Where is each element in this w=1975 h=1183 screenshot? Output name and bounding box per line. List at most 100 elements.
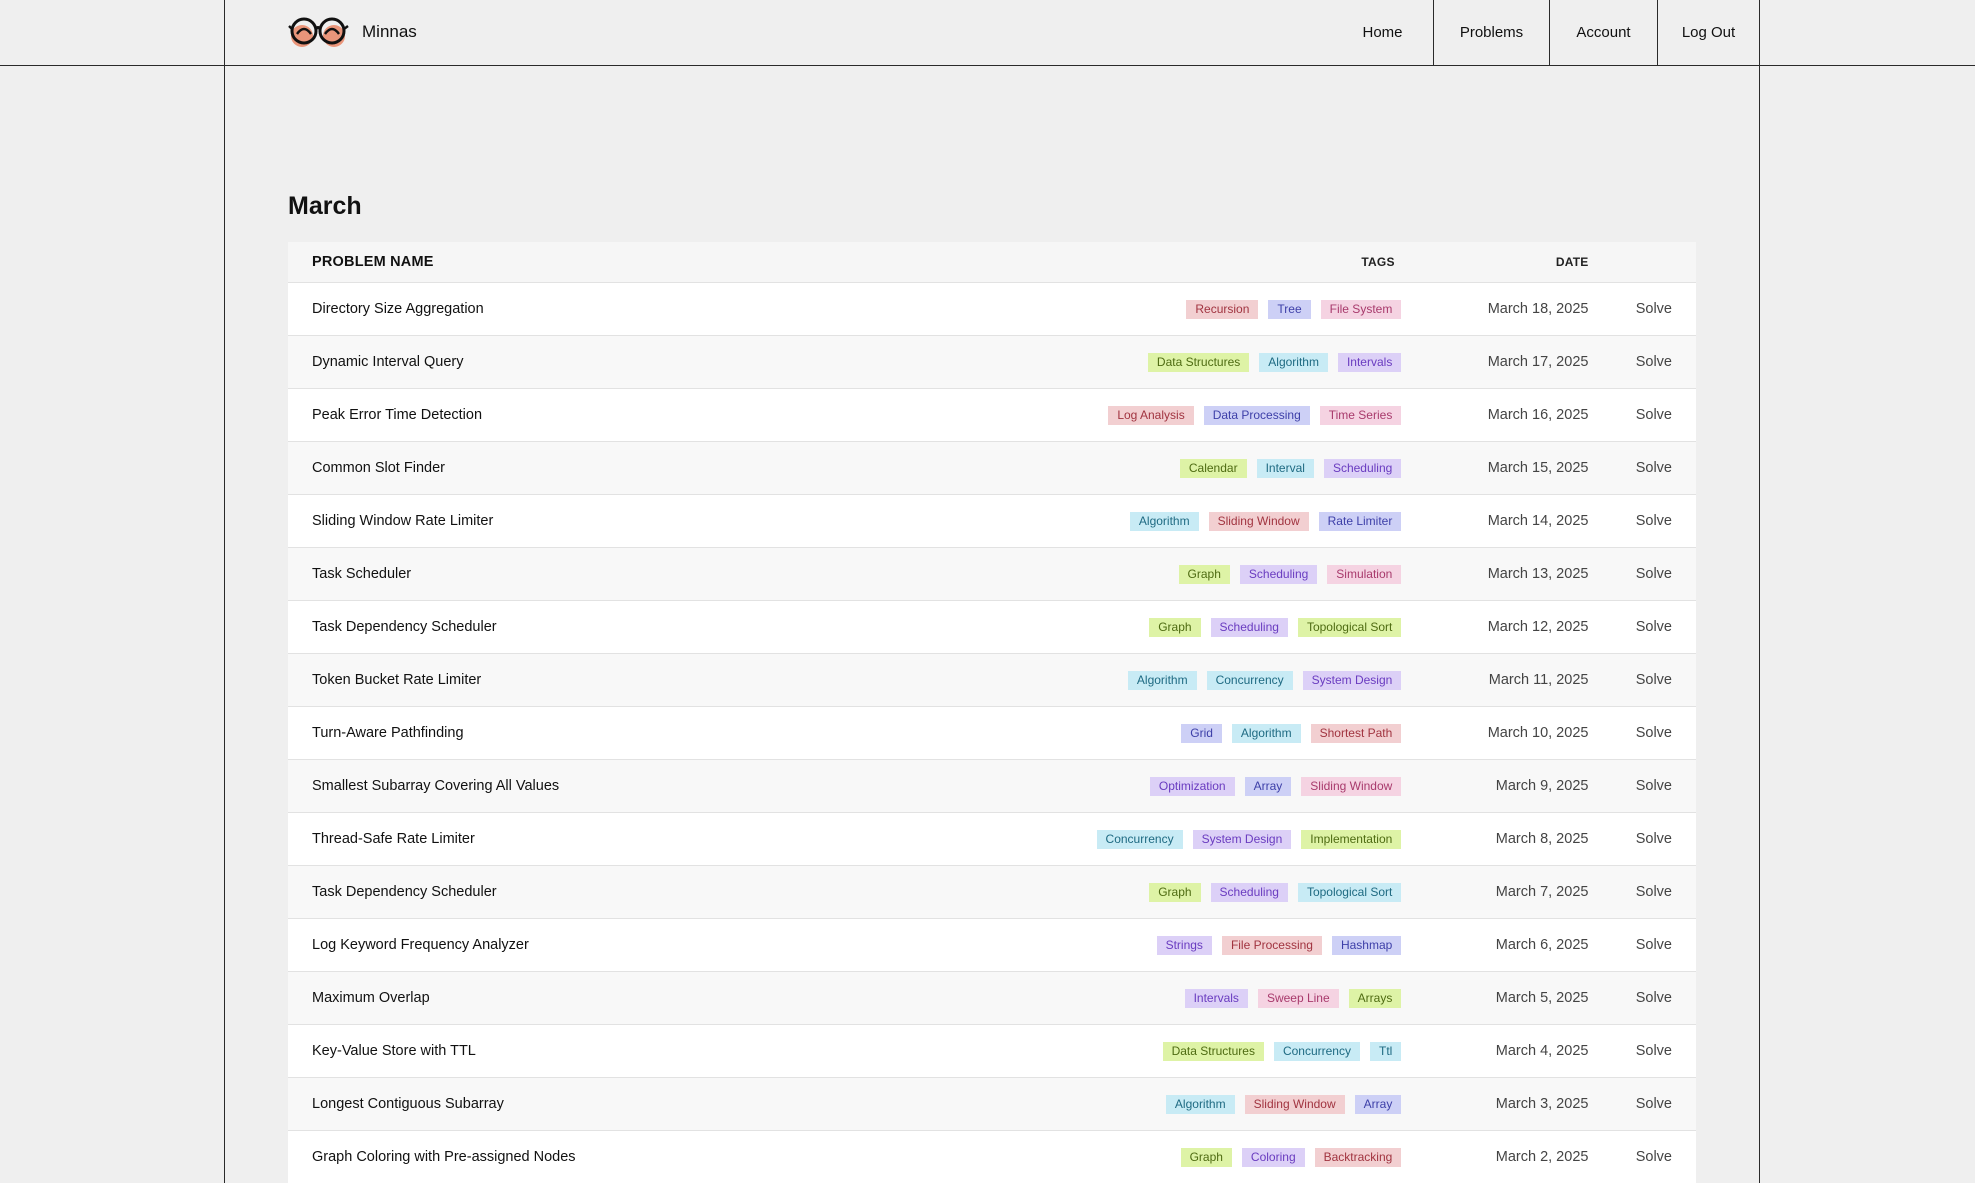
problem-tags: Data Structures Algorithm Intervals	[893, 352, 1402, 372]
problem-tags: Recursion Tree File System	[893, 299, 1402, 319]
solve-link[interactable]: Solve	[1588, 460, 1696, 476]
tag-badge: Hashmap	[1331, 935, 1402, 955]
table-row[interactable]: Task Scheduler Graph Scheduling Simulation M…	[288, 547, 1696, 600]
problem-name[interactable]: Token Bucket Rate Limiter	[288, 672, 893, 688]
tag-badge: Scheduling	[1323, 458, 1402, 478]
tag-badge: Shortest Path	[1310, 723, 1402, 743]
tag-badge: Intervals	[1184, 988, 1248, 1008]
problem-date: March 2, 2025	[1495, 1149, 1589, 1165]
table-row[interactable]: Task Dependency Scheduler Graph Scheduling…	[288, 865, 1696, 918]
tag-badge: Backtracking	[1314, 1147, 1402, 1167]
tag-badge: Data Structures	[1162, 1041, 1264, 1061]
table-row[interactable]: Sliding Window Rate Limiter Algorithm Slid…	[288, 494, 1696, 547]
tag-badge: Ttl	[1369, 1041, 1402, 1061]
table-row[interactable]: Directory Size Aggregation Recursion Tree F…	[288, 282, 1696, 335]
problem-date: March 9, 2025	[1495, 778, 1589, 794]
table-row[interactable]: Turn-Aware Pathfinding Grid Algorithm Short…	[288, 706, 1696, 759]
solve-link[interactable]: Solve	[1588, 831, 1696, 847]
solve-link[interactable]: Solve	[1588, 937, 1696, 953]
tag-badge: System Design	[1302, 670, 1402, 690]
nav-account-link[interactable]: Account	[1549, 0, 1657, 65]
problem-tags: Log Analysis Data Processing Time Series	[893, 405, 1402, 425]
problem-name[interactable]: Directory Size Aggregation	[288, 301, 893, 317]
problem-name[interactable]: Log Keyword Frequency Analyzer	[288, 937, 893, 953]
table-row[interactable]: Thread-Safe Rate Limiter Concurrency Syste…	[288, 812, 1696, 865]
problem-date: March 11, 2025	[1488, 672, 1589, 688]
tag-badge: Graph	[1178, 564, 1230, 584]
problem-name[interactable]: Smallest Subarray Covering All Values	[288, 778, 893, 794]
table-row[interactable]: Graph Coloring with Pre-assigned Nodes Gr…	[288, 1130, 1696, 1183]
problem-name[interactable]: Turn-Aware Pathfinding	[288, 725, 893, 741]
tag-badge: Intervals	[1337, 352, 1402, 372]
table-row[interactable]: Common Slot Finder Calendar Interval Schedu…	[288, 441, 1696, 494]
problem-date: March 3, 2025	[1495, 1096, 1589, 1112]
solve-link[interactable]: Solve	[1588, 407, 1696, 423]
brand-name: Minnas	[362, 22, 417, 41]
table-row[interactable]: Dynamic Interval Query Data Structures Alg…	[288, 335, 1696, 388]
problem-date: March 8, 2025	[1495, 831, 1589, 847]
tag-badge: Algorithm	[1127, 670, 1197, 690]
solve-link[interactable]: Solve	[1588, 778, 1696, 794]
problem-name[interactable]: Key-Value Store with TTL	[288, 1043, 893, 1059]
solve-link[interactable]: Solve	[1588, 566, 1696, 582]
tag-badge: Interval	[1256, 458, 1314, 478]
problem-name[interactable]: Thread-Safe Rate Limiter	[288, 831, 893, 847]
tag-badge: Graph	[1149, 882, 1201, 902]
table-row[interactable]: Task Dependency Scheduler Graph Scheduling…	[288, 600, 1696, 653]
problem-tags: Algorithm Concurrency System Design	[893, 670, 1402, 690]
problem-name[interactable]: Longest Contiguous Subarray	[288, 1096, 893, 1112]
table-body: Directory Size Aggregation Recursion Tree F…	[288, 282, 1696, 1183]
table-row[interactable]: Smallest Subarray Covering All Values Opt…	[288, 759, 1696, 812]
problem-name[interactable]: Dynamic Interval Query	[288, 354, 893, 370]
section-title: March	[288, 192, 362, 220]
table-row[interactable]: Peak Error Time Detection Log Analysis Dat…	[288, 388, 1696, 441]
solve-link[interactable]: Solve	[1588, 619, 1696, 635]
tag-badge: System Design	[1192, 829, 1292, 849]
top-navbar: Minnas Home Problems Account Log Out	[0, 0, 1975, 66]
solve-link[interactable]: Solve	[1588, 1096, 1696, 1112]
tag-badge: Scheduling	[1210, 617, 1288, 637]
problem-tags: Graph Scheduling Topological Sort	[893, 617, 1402, 637]
problem-name[interactable]: Task Dependency Scheduler	[288, 619, 893, 635]
solve-link[interactable]: Solve	[1588, 672, 1696, 688]
problem-name[interactable]: Task Scheduler	[288, 566, 893, 582]
solve-link[interactable]: Solve	[1588, 513, 1696, 529]
tag-badge: Sweep Line	[1257, 988, 1339, 1008]
problem-name[interactable]: Task Dependency Scheduler	[288, 884, 893, 900]
problem-tags: Strings File Processing Hashmap	[893, 935, 1402, 955]
frame-line-left	[224, 0, 225, 1183]
problem-name[interactable]: Graph Coloring with Pre-assigned Nodes	[288, 1149, 893, 1165]
tag-badge: Sliding Window	[1301, 776, 1402, 796]
problem-date: March 6, 2025	[1495, 937, 1589, 953]
table-row[interactable]: Maximum Overlap Intervals Sweep Line Arrays…	[288, 971, 1696, 1024]
problem-name[interactable]: Sliding Window Rate Limiter	[288, 513, 893, 529]
problem-name[interactable]: Peak Error Time Detection	[288, 407, 893, 423]
solve-link[interactable]: Solve	[1588, 354, 1696, 370]
nav-home-link[interactable]: Home	[1332, 0, 1433, 65]
solve-link[interactable]: Solve	[1588, 884, 1696, 900]
solve-link[interactable]: Solve	[1588, 301, 1696, 317]
problems-table: PROBLEM NAME TAGS DATE Directory Size Ag…	[288, 242, 1696, 1183]
table-row[interactable]: Token Bucket Rate Limiter Algorithm Concur…	[288, 653, 1696, 706]
solve-link[interactable]: Solve	[1588, 725, 1696, 741]
tag-badge: Array	[1354, 1094, 1402, 1114]
brand[interactable]: Minnas	[288, 14, 417, 50]
problem-name[interactable]: Maximum Overlap	[288, 990, 893, 1006]
table-row[interactable]: Log Keyword Frequency Analyzer Strings Fil…	[288, 918, 1696, 971]
nav-problems-link[interactable]: Problems	[1433, 0, 1549, 65]
tag-badge: Algorithm	[1231, 723, 1301, 743]
solve-link[interactable]: Solve	[1588, 1043, 1696, 1059]
problem-date: March 17, 2025	[1487, 354, 1589, 370]
solve-link[interactable]: Solve	[1588, 990, 1696, 1006]
table-row[interactable]: Longest Contiguous Subarray Algorithm Slid…	[288, 1077, 1696, 1130]
tag-badge: Coloring	[1241, 1147, 1305, 1167]
solve-link[interactable]: Solve	[1588, 1149, 1696, 1165]
table-row[interactable]: Key-Value Store with TTL Data Structures C…	[288, 1024, 1696, 1077]
nav-logout-link[interactable]: Log Out	[1657, 0, 1759, 65]
problem-tags: Optimization Array Sliding Window	[893, 776, 1402, 796]
tag-badge: Calendar	[1179, 458, 1247, 478]
tag-badge: Recursion	[1186, 299, 1259, 319]
problem-name[interactable]: Common Slot Finder	[288, 460, 893, 476]
problem-tags: Concurrency System Design Implementation	[893, 829, 1402, 849]
problem-date: March 5, 2025	[1495, 990, 1589, 1006]
